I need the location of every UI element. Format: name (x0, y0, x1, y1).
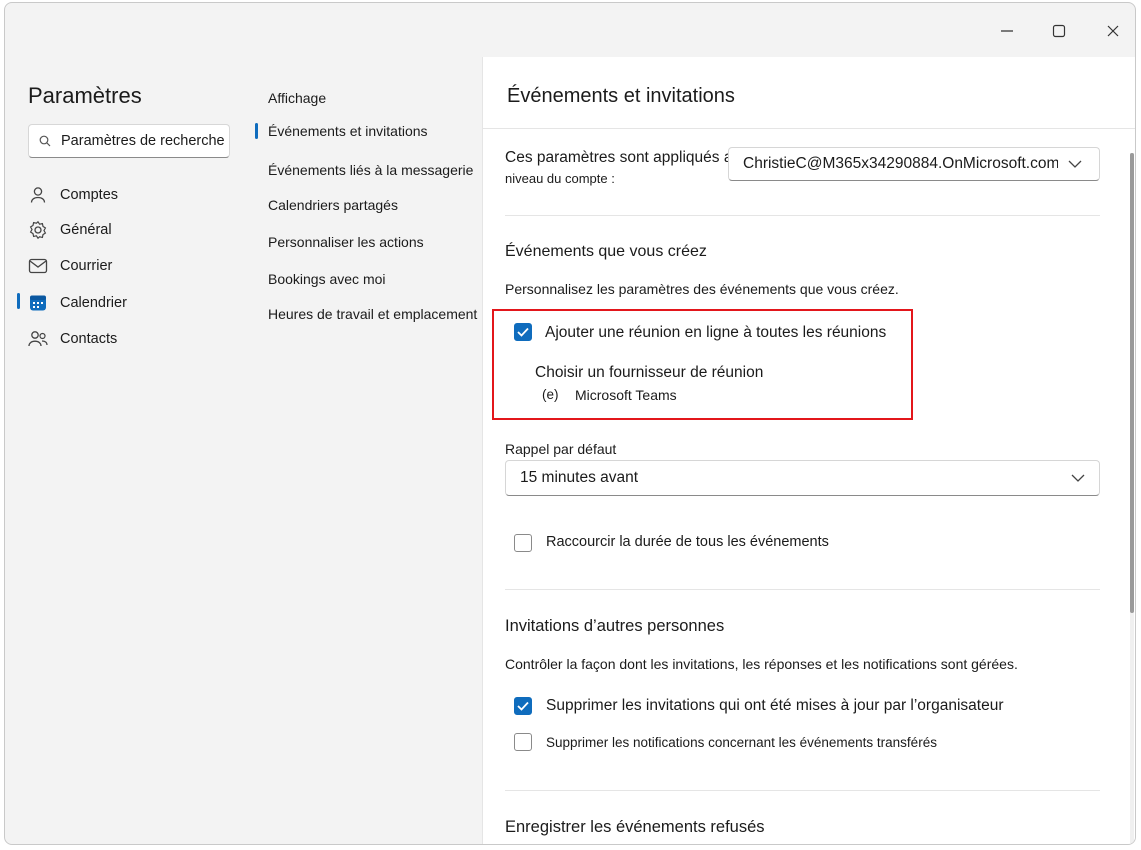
category-contacts[interactable]: Contacts (28, 325, 117, 353)
reminder-dropdown-value: 15 minutes avant (520, 469, 639, 486)
minimize-button[interactable] (999, 23, 1015, 39)
category-label: Comptes (60, 187, 119, 203)
section-divider (505, 790, 1100, 791)
gear-icon (28, 220, 48, 240)
category-label: Général (60, 222, 112, 238)
maximize-button[interactable] (1051, 23, 1067, 39)
settings-category-pane: Paramètres Paramètres de recherche Compt… (5, 3, 255, 844)
content-title: Événements et invitations (507, 85, 735, 107)
person-icon (28, 185, 48, 205)
category-general[interactable]: Général (28, 216, 112, 244)
section-divider (505, 215, 1100, 216)
settings-search-input[interactable]: Paramètres de recherche (28, 124, 230, 158)
search-placeholder: Paramètres de recherche (61, 133, 225, 149)
content-scroll-area[interactable]: Ces paramètres sont appliqués au niveau … (483, 129, 1135, 844)
minimize-icon (1001, 30, 1013, 32)
section-divider (505, 589, 1100, 590)
section-heading-declined-events: Enregistrer les événements refusés (505, 818, 765, 836)
category-calendrier[interactable]: Calendrier (28, 289, 127, 317)
category-label: Calendrier (60, 295, 127, 311)
search-icon (39, 135, 51, 147)
nav-item-evenements-messagerie[interactable]: Événements liés à la messagerie (268, 162, 473, 178)
category-label: Contacts (60, 331, 118, 347)
category-selection-indicator (17, 293, 20, 309)
nav-item-bookings[interactable]: Bookings avec moi (268, 271, 386, 287)
checkmark-icon (517, 701, 529, 711)
provider-option-label[interactable]: Microsoft Teams (575, 387, 677, 403)
chevron-down-icon (1068, 160, 1082, 168)
category-comptes[interactable]: Comptes (28, 181, 118, 209)
mail-icon (28, 256, 48, 276)
section-description-invitations: Contrôler la façon dont les invitations,… (505, 656, 1018, 672)
online-meeting-label[interactable]: Ajouter une réunion en ligne à toutes le… (545, 324, 886, 342)
reminder-dropdown[interactable]: 15 minutes avant (505, 460, 1100, 496)
settings-title: Paramètres (28, 83, 142, 108)
delete-forward-notifications-label[interactable]: Supprimer les notifications concernant l… (546, 735, 937, 750)
shorten-events-checkbox[interactable] (514, 534, 532, 552)
account-label-line1: Ces paramètres sont appliqués au (505, 149, 742, 166)
account-label-line2: niveau du compte : (505, 171, 615, 186)
close-button[interactable] (1105, 23, 1121, 39)
delete-forward-notifications-checkbox[interactable] (514, 733, 532, 751)
account-dropdown-value: ChristieC@M365x34290884.OnMicrosoft.com (743, 155, 1058, 172)
content-scrollbar[interactable] (1130, 153, 1134, 843)
settings-content: Événements et invitations Ces paramètres… (482, 57, 1135, 844)
checkmark-icon (517, 327, 529, 337)
nav-item-calendriers-partages[interactable]: Calendriers partagés (268, 197, 398, 213)
delete-updated-invitations-label[interactable]: Supprimer les invitations qui ont été mi… (546, 697, 1003, 715)
people-icon (28, 329, 48, 349)
settings-window: Paramètres Paramètres de recherche Compt… (4, 2, 1136, 845)
online-meeting-checkbox[interactable] (514, 323, 532, 341)
nav-item-heures-travail[interactable]: Heures de travail et emplacement (268, 306, 477, 322)
provider-option-icon[interactable]: (e) (542, 387, 559, 402)
nav-item-evenements-invitations[interactable]: Événements et invitations (268, 123, 428, 139)
nav-item-personnaliser-actions[interactable]: Personnaliser les actions (268, 234, 424, 250)
account-dropdown[interactable]: ChristieC@M365x34290884.OnMicrosoft.com (728, 147, 1100, 181)
shorten-events-label[interactable]: Raccourcir la durée de tous les événemen… (546, 534, 829, 550)
section-heading-invitations: Invitations d’autres personnes (505, 617, 725, 635)
delete-updated-invitations-checkbox[interactable] (514, 697, 532, 715)
nav-item-affichage[interactable]: Affichage (268, 90, 326, 106)
calendar-settings-nav: Affichage Événements et invitations Évén… (255, 3, 483, 844)
section-heading-events-created: Événements que vous créez (505, 243, 707, 260)
category-courrier[interactable]: Courrier (28, 252, 112, 280)
scrollbar-thumb[interactable] (1130, 153, 1134, 613)
category-label: Courrier (60, 258, 113, 274)
maximize-icon (1052, 24, 1066, 38)
nav-selection-indicator (255, 123, 258, 139)
close-icon (1107, 25, 1119, 37)
provider-heading: Choisir un fournisseur de réunion (535, 364, 764, 381)
reminder-label: Rappel par défaut (505, 441, 617, 457)
chevron-down-icon (1071, 474, 1085, 482)
section-description-events-created: Personnalisez les paramètres des événeme… (505, 281, 899, 297)
calendar-icon (28, 293, 48, 313)
